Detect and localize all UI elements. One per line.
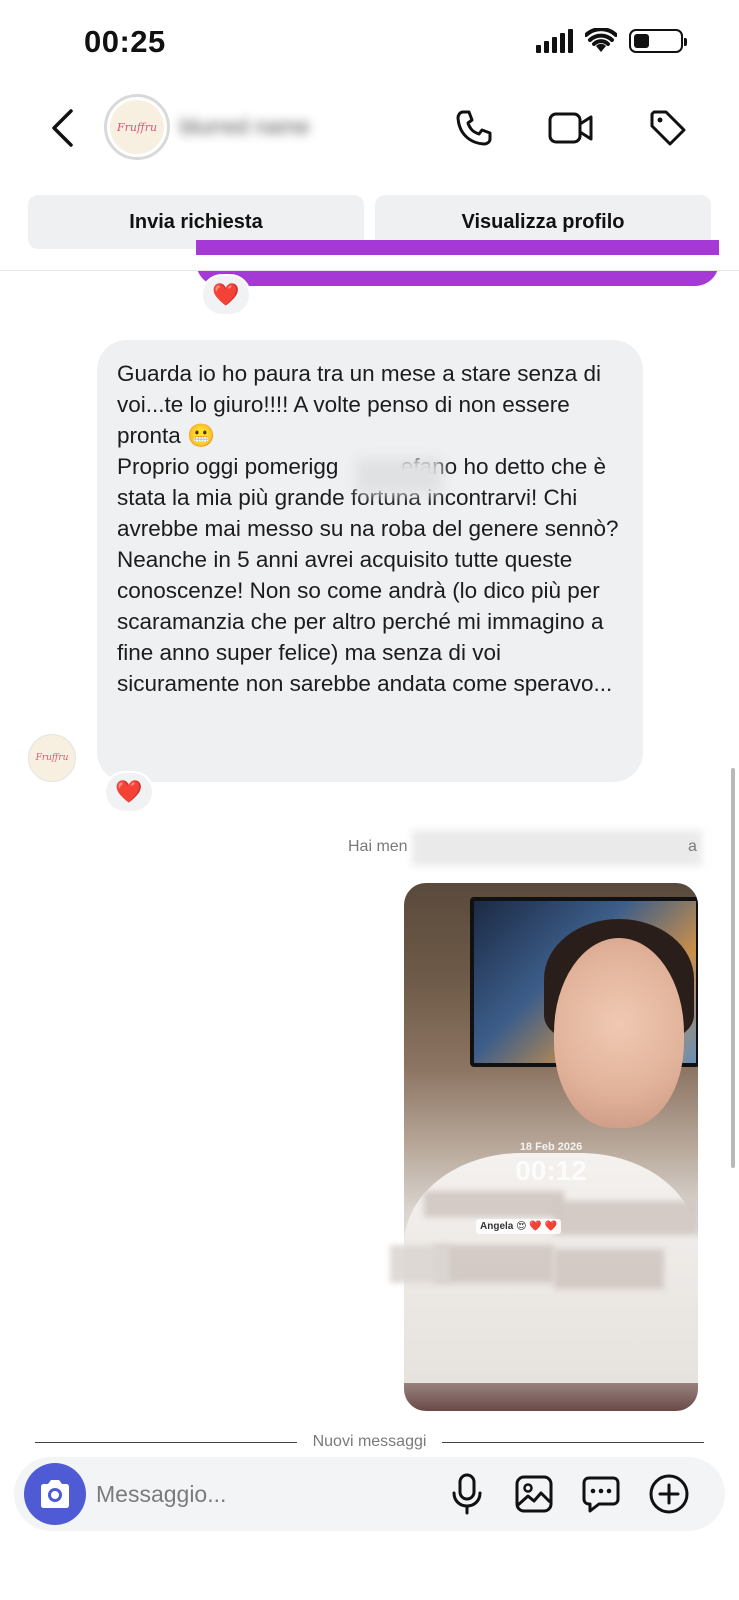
message-composer	[14, 1457, 725, 1531]
new-messages-label: Nuovi messaggi	[312, 1433, 427, 1450]
message-input[interactable]	[96, 1469, 416, 1519]
redaction-blur	[390, 1245, 450, 1283]
phone-icon	[456, 110, 492, 146]
tag-icon	[650, 110, 686, 146]
battery-icon	[629, 29, 687, 53]
received-message-bubble[interactable]: Guarda io ho paura tra un mese a stare s…	[97, 340, 643, 782]
message-text: Guarda io ho paura tra un mese a stare s…	[117, 361, 619, 696]
video-call-button[interactable]	[546, 106, 596, 150]
story-name-tag: Angela 😍 ❤️ ❤️	[476, 1219, 562, 1234]
story-photo-face	[554, 938, 684, 1128]
status-time: 00:25	[84, 24, 166, 59]
sticker-button[interactable]	[578, 1471, 624, 1517]
heart-reaction[interactable]: ❤️	[201, 274, 251, 316]
video-camera-icon	[548, 112, 593, 144]
voice-message-button[interactable]	[444, 1471, 490, 1517]
status-bar: 00:25	[0, 0, 739, 80]
redaction-blur	[554, 1249, 664, 1289]
tag-button[interactable]	[646, 106, 690, 150]
contact-name[interactable]: blurred name	[180, 114, 310, 140]
gallery-button[interactable]	[511, 1471, 557, 1517]
scrollbar[interactable]	[731, 768, 735, 1168]
chevron-left-icon	[52, 109, 73, 147]
wifi-icon	[585, 28, 617, 52]
heart-icon: ❤️	[212, 282, 240, 307]
mention-notice-end: a	[688, 838, 697, 855]
heart-icon: ❤️	[115, 779, 143, 804]
redaction-blur	[356, 458, 442, 494]
redaction-blur	[554, 1201, 698, 1235]
chat-header: Fruffru blurred name	[0, 88, 739, 168]
story-clock: 00:12	[515, 1155, 587, 1186]
heart-reaction[interactable]: ❤️	[104, 771, 154, 813]
redaction-blur	[412, 830, 702, 866]
new-messages-divider: Nuovi messaggi	[35, 1432, 705, 1452]
back-button[interactable]	[44, 104, 80, 152]
camera-button[interactable]	[24, 1463, 86, 1525]
microphone-icon	[452, 1473, 482, 1515]
plus-circle-icon	[649, 1474, 689, 1514]
redaction-blur	[434, 1245, 554, 1283]
story-date: 18 Feb 2026	[519, 1141, 583, 1153]
cellular-signal-icon	[536, 29, 573, 53]
header-divider	[0, 270, 739, 271]
sender-avatar[interactable]: Fruffru	[28, 734, 76, 782]
avatar-logo: Fruffru	[110, 100, 164, 154]
camera-icon	[41, 1480, 69, 1508]
image-icon	[515, 1475, 553, 1513]
contact-avatar[interactable]: Fruffru	[104, 94, 170, 160]
voice-call-button[interactable]	[452, 106, 496, 150]
shared-story-card[interactable]: 18 Feb 2026 00:12 Angela 😍 ❤️ ❤️	[404, 883, 698, 1411]
add-button[interactable]	[646, 1471, 692, 1517]
mention-notice: Hai men	[348, 838, 408, 855]
chat-bubble-icon	[582, 1476, 620, 1513]
dm-screen: 00:25 Fruffru blurred name Invia richies…	[0, 0, 739, 1600]
status-icons	[536, 28, 687, 54]
redaction-blur	[424, 1191, 564, 1217]
